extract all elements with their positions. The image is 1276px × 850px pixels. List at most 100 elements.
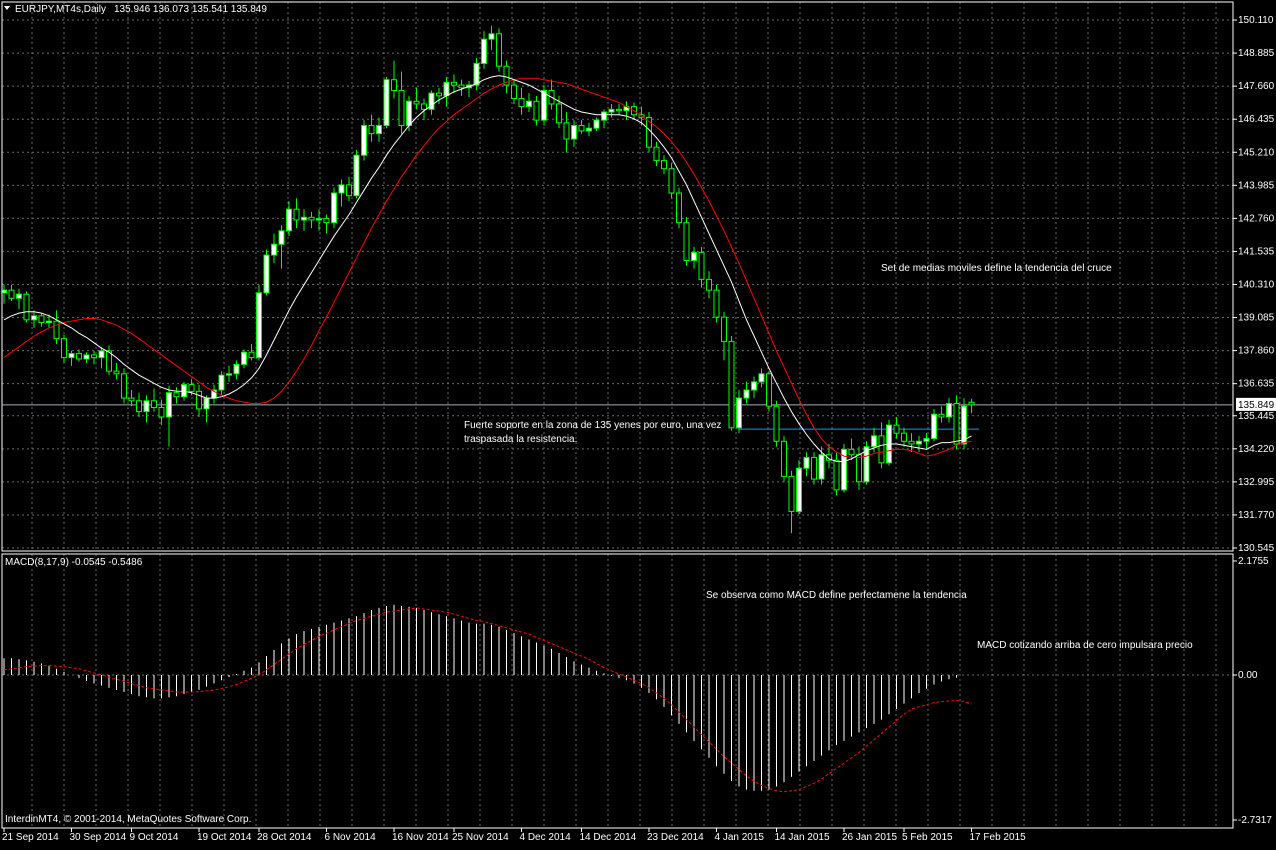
candle [683, 217, 690, 266]
candle-body [383, 79, 390, 127]
y-tick-label: -2.7317 [1238, 815, 1272, 826]
candle-body [361, 125, 367, 156]
candle-body [338, 184, 345, 194]
candle [766, 371, 772, 412]
candle-body [121, 373, 127, 399]
candle-body [721, 316, 727, 342]
x-tick-label: 16 Nov 2014 [392, 832, 449, 843]
candle-body [143, 400, 150, 413]
candle-body [773, 405, 780, 442]
candle [496, 28, 502, 72]
candle-body [233, 363, 240, 375]
candle-body [893, 424, 900, 434]
candle-body [413, 100, 420, 105]
candle-body [683, 222, 690, 261]
candle-body [668, 168, 675, 194]
candle-body [53, 320, 60, 340]
candle-body [38, 315, 45, 324]
candle-body [368, 125, 375, 135]
candle-body [136, 400, 142, 413]
candle-body [736, 397, 742, 429]
candle-body [533, 100, 540, 121]
x-tick-label: 21 Sep 2014 [2, 832, 59, 843]
candle-body [923, 438, 930, 442]
y-tick-label: 146.435 [1238, 114, 1275, 125]
y-tick-label: 137.860 [1238, 346, 1275, 357]
candle [841, 443, 847, 493]
y-tick-label: 130.545 [1238, 543, 1275, 554]
y-tick-label: 141.535 [1238, 246, 1275, 257]
candle-body [68, 353, 75, 359]
current-price-tag: 135.849 [1236, 397, 1276, 411]
candle-body [316, 218, 322, 221]
candle-body [166, 392, 172, 418]
candle-body [593, 119, 600, 129]
candle-body [511, 84, 517, 100]
chart-canvas[interactable]: 150.110 148.885 147.660 146.435 145.210 143.9… [0, 0, 1276, 845]
candle-body [848, 448, 855, 456]
candle-body [781, 440, 787, 477]
candle [541, 85, 547, 126]
candle-body [376, 125, 382, 135]
x-tick-label: 14 Dec 2014 [580, 832, 637, 843]
candle-body [608, 108, 615, 113]
candle-body [436, 92, 442, 97]
candle-body [23, 293, 30, 321]
candle [676, 187, 682, 229]
candle-body [293, 208, 300, 221]
candle-body [83, 354, 90, 360]
candle-body [706, 278, 712, 291]
candle [263, 249, 270, 296]
candle [796, 460, 802, 515]
candle-body [698, 251, 705, 280]
candle-body [488, 33, 495, 40]
candle [23, 291, 30, 323]
candle-body [818, 454, 825, 480]
candle-body [346, 184, 352, 197]
candle-body [661, 160, 667, 170]
candle-body [916, 440, 922, 445]
x-tick-label: 4 Jan 2015 [715, 832, 765, 843]
x-tick-label: 30 Sep 2014 [70, 832, 127, 843]
y-tick-label: 134.220 [1238, 444, 1275, 455]
y-tick-label: 150.110 [1238, 15, 1274, 26]
candle-body [286, 208, 292, 232]
copyright-footer: InterdinMT4, © 2001-2014, MetaQuotes Sof… [5, 814, 251, 825]
x-tick-label: 5 Feb 2015 [902, 832, 953, 843]
chart-window[interactable]: 150.110 148.885 147.660 146.435 145.210 143.9… [0, 0, 1276, 845]
candle-body [691, 251, 697, 261]
candle-body [743, 389, 750, 399]
candle [668, 163, 675, 199]
candle-body [961, 405, 967, 445]
y-tick-label: 143.985 [1238, 180, 1275, 191]
candle-body [931, 413, 937, 440]
candle-body [578, 125, 585, 132]
candle-body [571, 125, 577, 140]
y-tick-label: 140.310 [1238, 279, 1275, 290]
candle-body [31, 315, 37, 321]
candle [121, 368, 127, 404]
candle [773, 400, 780, 447]
y-tick-label: 142.760 [1238, 213, 1275, 224]
x-tick-label: 17 Feb 2015 [970, 832, 1027, 843]
candle-body [248, 351, 255, 359]
candle-body [353, 154, 360, 197]
candle-body [173, 392, 180, 398]
candle-body [8, 289, 15, 299]
candle-body [901, 432, 907, 442]
candle-body [953, 402, 960, 445]
candle-body [278, 230, 285, 245]
current-price-label: 135.849 [1238, 400, 1275, 411]
candle-body [518, 98, 525, 108]
candle-body [586, 127, 592, 132]
candle [646, 112, 652, 153]
candle-body [871, 435, 877, 448]
annotation-support-1: Fuerte soporte en la zona de 135 yenes p… [464, 420, 721, 431]
x-tick-label: 25 Nov 2014 [452, 832, 509, 843]
candle [781, 435, 787, 482]
y-tick-label: 0.00 [1238, 670, 1258, 681]
x-tick-label: 4 Dec 2014 [520, 832, 572, 843]
candle-body [878, 435, 885, 464]
annotation-support-2: traspasada la resistencia. [464, 434, 577, 445]
candle-body [751, 381, 757, 391]
